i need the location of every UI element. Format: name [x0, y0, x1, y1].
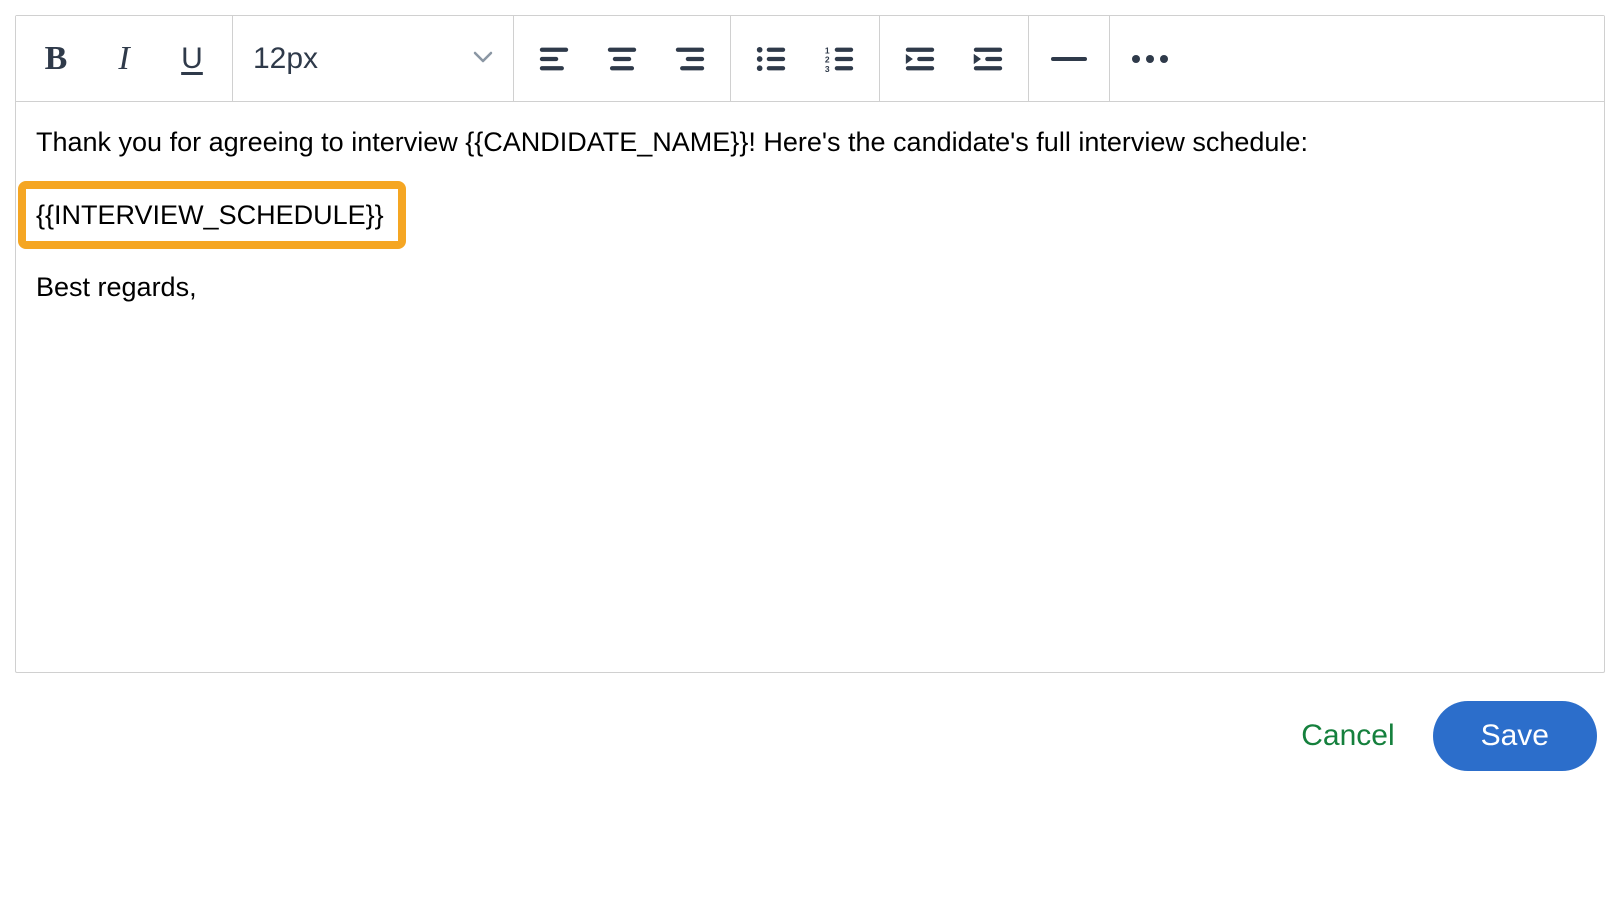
- hr-group: [1029, 16, 1110, 101]
- align-center-button[interactable]: [590, 27, 654, 91]
- outdent-icon: [903, 42, 937, 76]
- font-size-group: 12px: [233, 16, 514, 101]
- svg-text:3: 3: [825, 63, 830, 73]
- align-right-button[interactable]: [658, 27, 722, 91]
- font-size-dropdown[interactable]: 12px: [233, 16, 513, 101]
- font-size-label: 12px: [253, 42, 318, 76]
- content-line-2: {{INTERVIEW_SCHEDULE}}: [36, 200, 384, 230]
- more-options-button[interactable]: [1118, 27, 1182, 91]
- rich-text-editor: B I U 12px: [15, 15, 1605, 673]
- content-line-3: Best regards,: [36, 267, 1584, 308]
- chevron-down-icon: [473, 50, 493, 68]
- align-left-button[interactable]: [522, 27, 586, 91]
- save-button[interactable]: Save: [1433, 701, 1597, 771]
- indent-icon: [971, 42, 1005, 76]
- numbered-list-button[interactable]: 1 2 3: [807, 27, 871, 91]
- indent-button[interactable]: [956, 27, 1020, 91]
- alignment-group: [514, 16, 731, 101]
- align-center-icon: [605, 42, 639, 76]
- numbered-list-icon: 1 2 3: [822, 42, 856, 76]
- italic-icon: I: [118, 40, 129, 78]
- horizontal-rule-icon: [1051, 57, 1087, 61]
- underline-button[interactable]: U: [160, 27, 224, 91]
- outdent-button[interactable]: [888, 27, 952, 91]
- align-left-icon: [537, 42, 571, 76]
- text-style-group: B I U: [16, 16, 233, 101]
- bullet-list-icon: [754, 42, 788, 76]
- indent-group: [880, 16, 1029, 101]
- underline-icon: U: [181, 42, 203, 76]
- more-group: [1110, 16, 1190, 101]
- horizontal-rule-button[interactable]: [1037, 27, 1101, 91]
- bullet-list-button[interactable]: [739, 27, 803, 91]
- highlighted-token: {{INTERVIEW_SCHEDULE}}: [18, 181, 406, 250]
- bold-button[interactable]: B: [24, 27, 88, 91]
- italic-button[interactable]: I: [92, 27, 156, 91]
- editor-toolbar: B I U 12px: [16, 16, 1604, 102]
- content-line-1: Thank you for agreeing to interview {{CA…: [36, 122, 1584, 163]
- actions-bar: Cancel Save: [15, 673, 1605, 781]
- align-right-icon: [673, 42, 707, 76]
- list-group: 1 2 3: [731, 16, 880, 101]
- bold-icon: B: [45, 40, 68, 78]
- more-icon: [1132, 55, 1168, 63]
- editor-content-area[interactable]: Thank you for agreeing to interview {{CA…: [16, 102, 1604, 672]
- cancel-button[interactable]: Cancel: [1301, 719, 1394, 753]
